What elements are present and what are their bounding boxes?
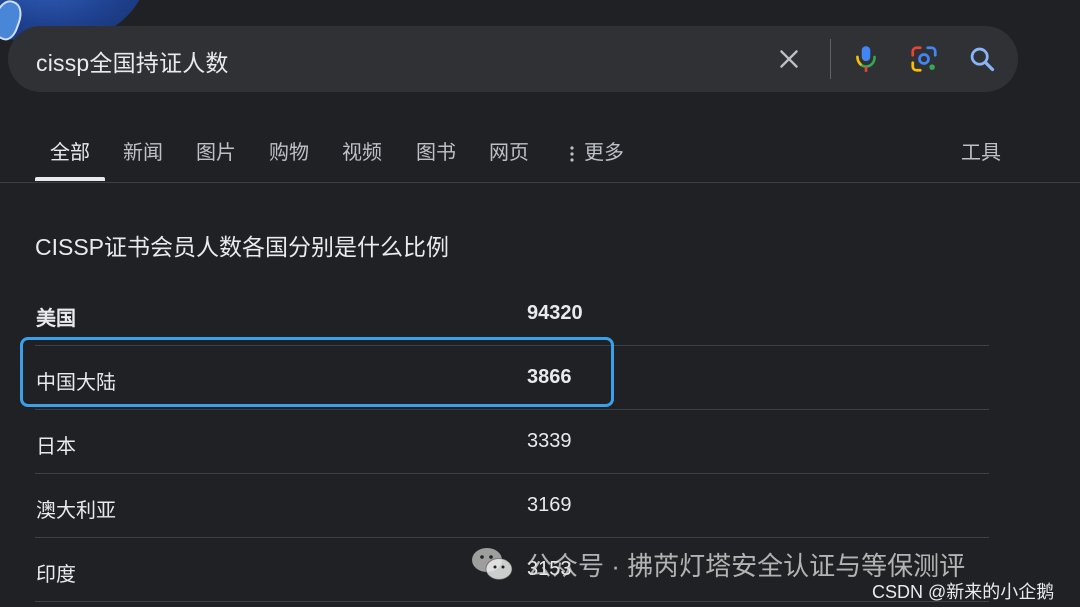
tab-all[interactable]: 全部	[50, 136, 90, 165]
country-cell: 中国大陆	[36, 372, 116, 394]
table-row: 中国大陆 3866	[35, 346, 989, 410]
snippet-title: CISSP证书会员人数各国分别是什么比例	[35, 234, 450, 260]
tab-books[interactable]: 图书	[416, 136, 456, 165]
country-cell: 美国	[36, 308, 76, 330]
value-cell: 3169	[527, 494, 572, 516]
csdn-watermark: CSDN @新来的小企鹅	[872, 582, 1055, 602]
search-results-page: cissp全国持证人数 全部 新闻 图片 购物 视频 图书 网页 更多 工具 C…	[0, 0, 1080, 607]
search-button[interactable]	[963, 40, 1001, 78]
value-cell: 94320	[527, 302, 583, 324]
tab-news[interactable]: 新闻	[123, 136, 163, 165]
search-bar[interactable]: cissp全国持证人数	[8, 26, 1018, 92]
tab-videos[interactable]: 视频	[342, 136, 382, 165]
tab-shopping[interactable]: 购物	[269, 136, 309, 165]
country-cell: 澳大利亚	[36, 500, 116, 522]
search-input[interactable]: cissp全国持证人数	[36, 44, 229, 78]
watermark-text: 公众号 · 拂芮灯塔安全认证与等保测评	[526, 550, 966, 581]
active-tab-indicator	[35, 177, 105, 181]
tab-more-label: 更多	[584, 142, 624, 164]
table-row: 美国 94320	[35, 282, 989, 346]
tab-more[interactable]: 更多	[570, 136, 624, 165]
search-icon	[970, 47, 995, 72]
value-cell: 3339	[527, 430, 572, 452]
vertical-dots-icon	[570, 146, 574, 162]
clear-search-button[interactable]	[770, 40, 808, 78]
country-cell: 日本	[36, 436, 76, 458]
table-row: 澳大利亚 3169	[35, 474, 989, 538]
close-icon	[780, 50, 798, 68]
microphone-icon	[856, 46, 876, 72]
tab-web[interactable]: 网页	[489, 136, 529, 165]
google-lens-icon	[911, 46, 937, 72]
value-cell: 3866	[527, 366, 572, 388]
table-row: 日本 3339	[35, 410, 989, 474]
tabs-divider	[0, 182, 1080, 183]
search-bar-divider	[830, 39, 831, 79]
voice-search-button[interactable]	[847, 40, 885, 78]
search-tabs: 全部 新闻 图片 购物 视频 图书 网页 更多 工具	[0, 120, 1080, 182]
wechat-icon	[472, 548, 513, 580]
tab-images[interactable]: 图片	[196, 136, 236, 165]
image-search-button[interactable]	[905, 40, 943, 78]
tools-button[interactable]: 工具	[961, 136, 1001, 165]
country-cell: 印度	[36, 564, 76, 586]
